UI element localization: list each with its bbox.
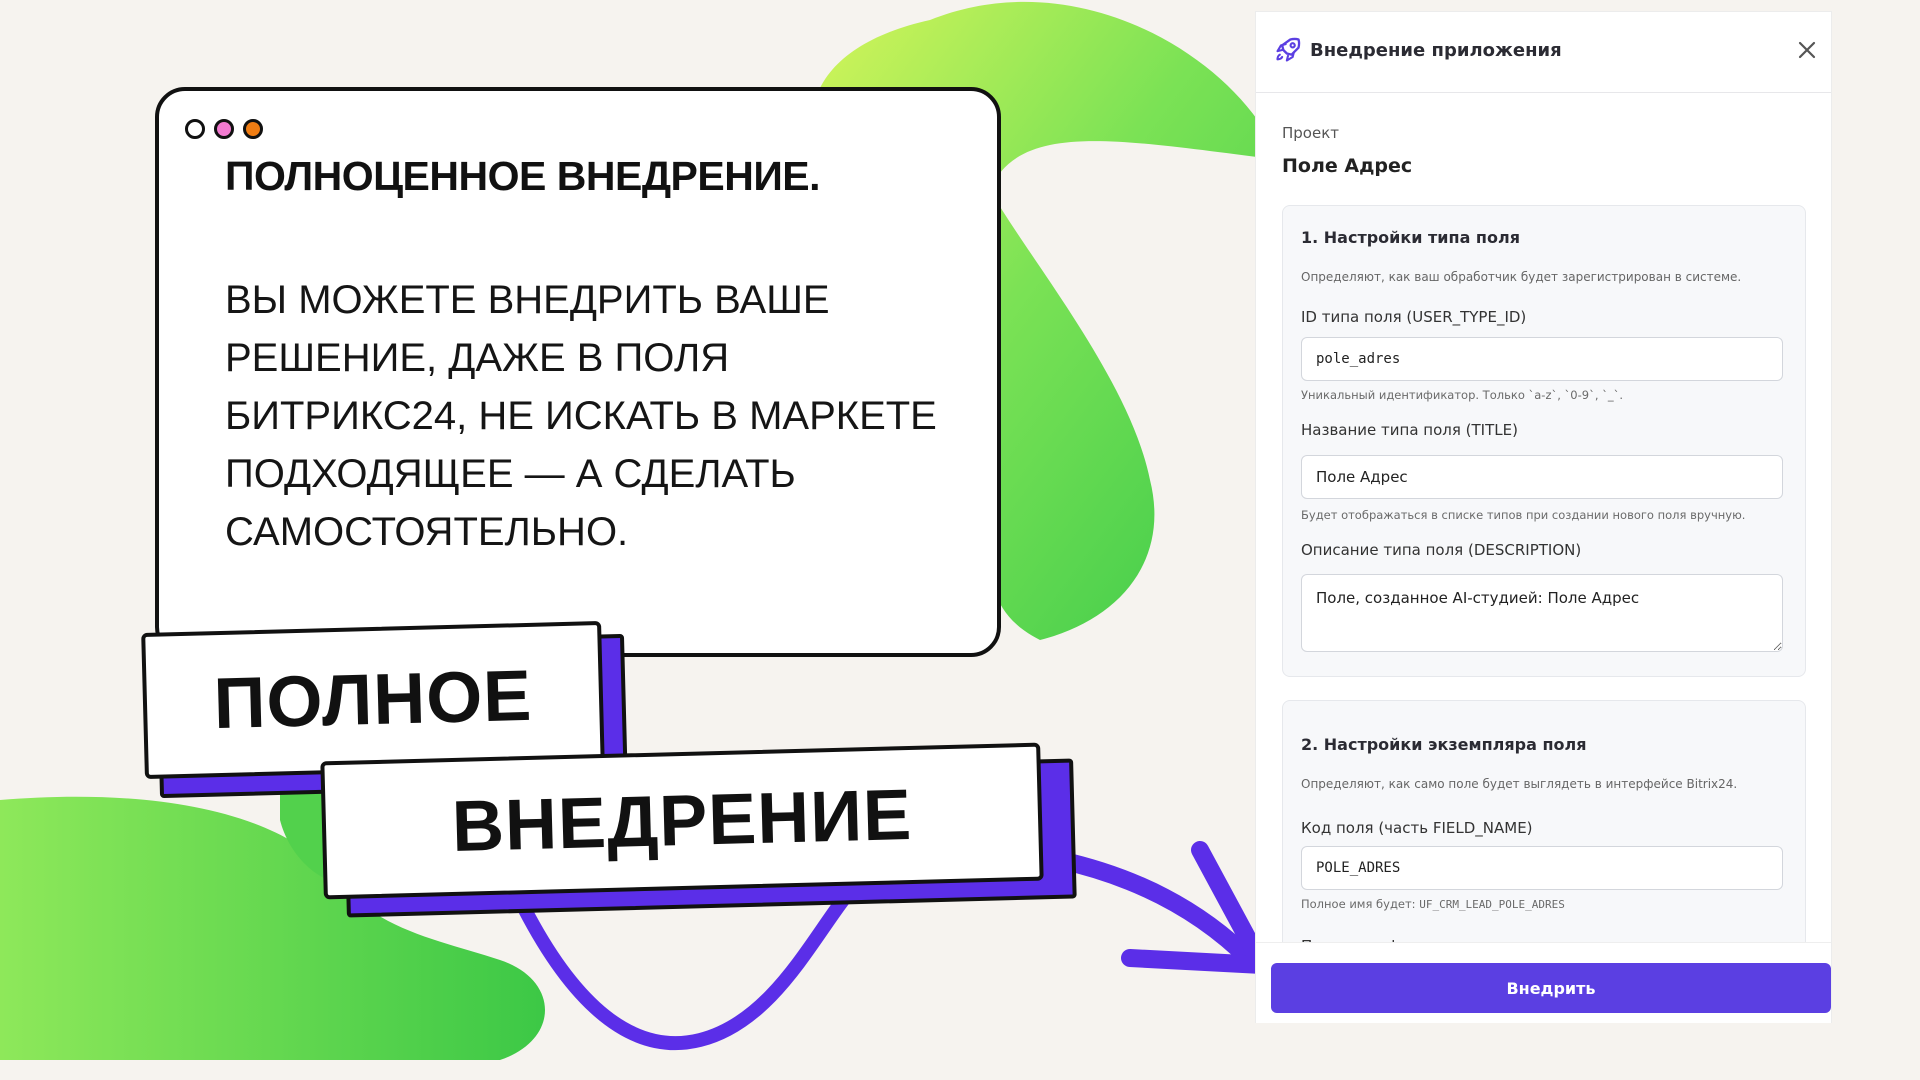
field-hint: Будет отображаться в списке типов при со… xyxy=(1301,508,1746,522)
user-type-id-input[interactable] xyxy=(1301,337,1783,381)
section-type-settings: 1. Настройки типа поля Определяют, как в… xyxy=(1282,205,1806,677)
project-name: Поле Адрес xyxy=(1282,155,1413,177)
info-card: Полноценное внедрение. Вы можете внедрит… xyxy=(155,87,1001,657)
panel-header: Внедрение приложения xyxy=(1256,12,1831,93)
sticker-card: ВНЕДРЕНИЕ xyxy=(320,742,1044,900)
type-description-textarea[interactable]: Поле, созданное AI-студией: Поле Адрес xyxy=(1301,574,1783,652)
card-title: Полноценное внедрение. xyxy=(225,153,821,199)
type-title-input[interactable] xyxy=(1301,455,1783,499)
sticker-label: ПОЛНОЕ xyxy=(212,655,534,745)
hint-prefix: Полное имя будет: xyxy=(1301,897,1416,911)
dot-icon xyxy=(243,119,263,139)
dot-icon xyxy=(214,119,234,139)
card-body: Вы можете внедрить ваше решение, даже в … xyxy=(225,278,937,554)
field-label: ID типа поля (USER_TYPE_ID) xyxy=(1301,308,1527,326)
deploy-panel: Внедрение приложения Проект Поле Адрес 1… xyxy=(1256,12,1831,1023)
section-description: Определяют, как ваш обработчик будет зар… xyxy=(1301,270,1742,284)
field-label: Описание типа поля (DESCRIPTION) xyxy=(1301,541,1582,559)
field-hint: Уникальный идентификатор. Только `a-z`, … xyxy=(1301,388,1624,402)
deploy-button[interactable]: Внедрить xyxy=(1271,963,1831,1013)
section-title: 1. Настройки типа поля xyxy=(1301,228,1520,247)
field-code-input[interactable] xyxy=(1301,846,1783,890)
field-hint: Полное имя будет: UF_CRM_LEAD_POLE_ADRES xyxy=(1301,897,1565,911)
window-dots xyxy=(185,119,263,139)
panel-footer: Внедрить xyxy=(1256,942,1831,1023)
project-label: Проект xyxy=(1282,124,1340,142)
section-description: Определяют, как само поле будет выглядет… xyxy=(1301,777,1738,791)
section-title: 2. Настройки экземпляра поля xyxy=(1301,735,1587,754)
dot-icon xyxy=(185,119,205,139)
close-icon[interactable] xyxy=(1795,38,1819,62)
hint-code: UF_CRM_LEAD_POLE_ADRES xyxy=(1419,898,1565,911)
rocket-icon xyxy=(1276,37,1301,62)
panel-title: Внедрение приложения xyxy=(1310,40,1562,61)
field-label: Код поля (часть FIELD_NAME) xyxy=(1301,819,1533,837)
field-label: Название типа поля (TITLE) xyxy=(1301,421,1518,439)
sticker-label: ВНЕДРЕНИЕ xyxy=(450,774,914,868)
